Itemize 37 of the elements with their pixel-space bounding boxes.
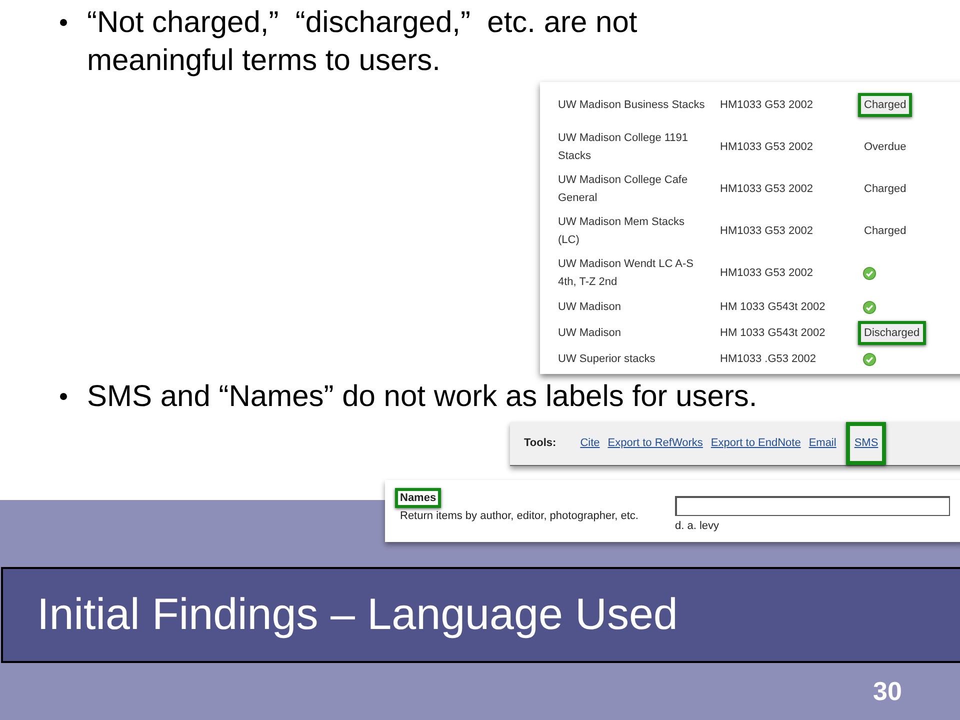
- names-label: Names: [395, 488, 442, 508]
- tool-link[interactable]: Export to RefWorks: [608, 435, 703, 452]
- location-cell-text: UW Superior stacks: [558, 352, 656, 367]
- bullet-text: SMS and “Names” do not work as labels for users.: [87, 379, 758, 415]
- call-number-cell-text: HM1033 .G53 2002: [720, 352, 818, 367]
- status-cell: Discharged: [858, 320, 926, 346]
- example-text: d. a. levy: [675, 519, 720, 534]
- status-cell-text: Charged: [863, 182, 908, 197]
- location-cell-text: UW Madison Business Stacks: [558, 98, 706, 113]
- tool-link[interactable]: Cite: [580, 435, 600, 452]
- call-number-cell-text: HM 1033 G543t 2002: [720, 300, 826, 315]
- bullet-icon: [60, 19, 67, 26]
- call-number-cell-text: HM1033 G53 2002: [720, 182, 814, 197]
- names-description: Return items by author, editor, photographer, etc.: [400, 509, 638, 524]
- tool-link[interactable]: SMS: [846, 422, 886, 465]
- call-number-cell-text: HM1033 G53 2002: [720, 98, 814, 113]
- names-input-field[interactable]: [675, 496, 950, 516]
- call-number-cell-text: HM1033 G53 2002: [720, 140, 814, 155]
- tool-link[interactable]: Email: [808, 435, 836, 452]
- tool-link[interactable]: Export to EndNote: [710, 435, 801, 452]
- location-cell-text: UW Madison Wendt LC A-S 4th, T-Z 2nd: [558, 257, 695, 290]
- location-cell-text: UW Madison College 1191 Stacks: [558, 131, 690, 164]
- call-number-cell-text: HM1033 G53 2002: [720, 266, 814, 281]
- call-number-cell-text: HM 1033 G543t 2002: [720, 326, 826, 341]
- location-cell-text: UW Madison Mem Stacks (LC): [558, 215, 686, 248]
- bullet-icon: [60, 393, 67, 400]
- location-cell-text: UW Madison: [558, 300, 622, 315]
- status-cell-text: Overdue: [863, 140, 908, 155]
- status-cell: Charged: [858, 92, 912, 118]
- slide-number: 30: [873, 678, 902, 704]
- bullet-text: “Not charged,” “discharged,” etc. are not meaningful terms to users.: [87, 5, 638, 79]
- location-cell-text: UW Madison: [558, 326, 622, 341]
- location-cell-text: UW Madison College Cafe General: [558, 173, 689, 206]
- slide-title: Initial Findings – Language Used: [37, 593, 678, 637]
- tools-label: Tools:: [524, 436, 556, 452]
- status-cell-text: Charged: [863, 224, 908, 239]
- call-number-cell-text: HM1033 G53 2002: [720, 224, 814, 239]
